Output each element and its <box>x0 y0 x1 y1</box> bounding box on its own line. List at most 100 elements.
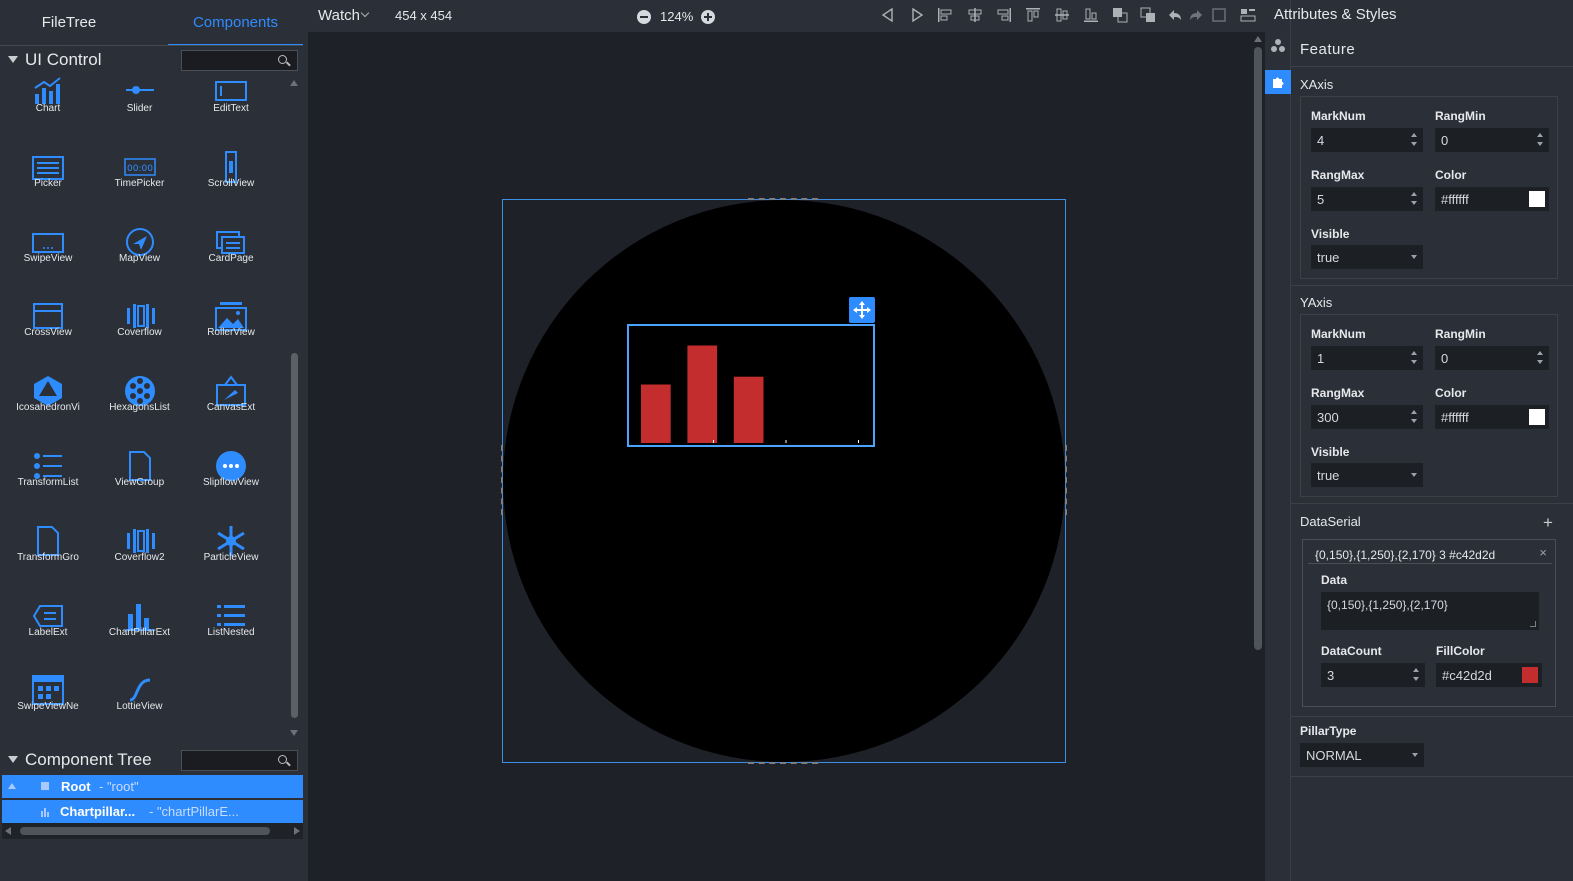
yaxis-marknum-input[interactable]: 1 <box>1311 346 1423 370</box>
component-lottieview[interactable]: LottieView <box>94 674 186 736</box>
add-dataserial-button[interactable]: + <box>1543 513 1553 533</box>
spinner-icon[interactable] <box>1411 191 1419 207</box>
tree-row-chartpillar[interactable]: Chartpillar... - "chartPillarE... <box>2 800 303 823</box>
scroll-down-icon[interactable] <box>290 730 298 736</box>
xaxis-rangmin-input[interactable]: 0 <box>1435 128 1549 152</box>
redo-icon[interactable] <box>1188 7 1204 23</box>
spinner-icon[interactable] <box>1411 350 1419 366</box>
prev-icon[interactable] <box>880 7 896 23</box>
scroll-thumb[interactable] <box>20 827 270 835</box>
spinner-icon[interactable] <box>1537 350 1545 366</box>
chevron-down-icon[interactable] <box>360 8 370 18</box>
component-coverflow[interactable]: Coverflow <box>94 300 186 370</box>
component-swipeview[interactable]: SwipeView <box>2 226 94 296</box>
xaxis-rangmax-input[interactable]: 5 <box>1311 187 1423 211</box>
align-left-icon[interactable] <box>937 7 953 23</box>
chevron-down-icon[interactable] <box>1412 753 1418 757</box>
component-picker[interactable]: Picker <box>2 151 94 221</box>
color-swatch[interactable] <box>1529 191 1545 207</box>
resize-grip-icon[interactable] <box>1530 621 1536 627</box>
component-chart[interactable]: Chart <box>2 76 94 146</box>
watch-screen-frame[interactable] <box>501 198 1067 764</box>
spinner-icon[interactable] <box>1413 667 1421 683</box>
tab-filetree[interactable]: FileTree <box>0 0 138 46</box>
component-labelext[interactable]: LabelExt <box>2 600 94 670</box>
expand-icon[interactable] <box>8 783 16 789</box>
ui-control-header[interactable]: UI Control <box>0 47 303 73</box>
yaxis-visible-select[interactable]: true <box>1311 463 1423 487</box>
component-scrollview[interactable]: ScrollView <box>185 150 277 221</box>
select-box-icon[interactable] <box>1211 7 1227 23</box>
xaxis-color-input[interactable]: #ffffff <box>1435 187 1549 211</box>
layout-icon[interactable] <box>1240 7 1256 23</box>
scroll-thumb[interactable] <box>1254 47 1262 650</box>
component-tree-search-input[interactable] <box>181 750 298 771</box>
component-swipeviewne[interactable]: SwipeViewNe <box>2 674 94 736</box>
yaxis-rangmin-input[interactable]: 0 <box>1435 346 1549 370</box>
component-chartpillarext[interactable]: ChartPillarExt <box>94 600 186 670</box>
yaxis-rangmax-input[interactable]: 300 <box>1311 405 1423 429</box>
component-listnested[interactable]: ListNested <box>185 600 277 670</box>
yaxis-color-input[interactable]: #ffffff <box>1435 405 1549 429</box>
chevron-down-icon[interactable] <box>1411 473 1417 477</box>
xaxis-marknum-input[interactable]: 4 <box>1311 128 1423 152</box>
ui-control-search-input[interactable] <box>181 50 298 71</box>
device-selector[interactable]: Watch <box>318 7 360 24</box>
align-top-icon[interactable] <box>1025 7 1041 23</box>
component-grid-scrollbar[interactable] <box>289 78 300 738</box>
resize-handle-bottom[interactable] <box>748 761 818 764</box>
close-icon[interactable]: × <box>1539 545 1547 560</box>
scroll-thumb[interactable] <box>291 353 298 718</box>
tree-row-root[interactable]: Root - "root" <box>2 775 303 798</box>
spinner-icon[interactable] <box>1411 409 1419 425</box>
component-hexagonslist[interactable]: HexagonsList <box>94 375 186 445</box>
move-handle[interactable] <box>849 297 875 323</box>
resize-handle-left[interactable] <box>501 445 504 515</box>
align-vcenter-icon[interactable] <box>1054 7 1070 23</box>
feature-tab[interactable] <box>1265 70 1291 94</box>
component-icosahedronvi[interactable]: IcosahedronVi <box>2 375 94 445</box>
send-back-icon[interactable] <box>1140 7 1156 23</box>
color-swatch[interactable] <box>1529 409 1545 425</box>
canvas-scrollbar[interactable] <box>1253 34 1263 652</box>
datacount-input[interactable]: 3 <box>1321 663 1425 687</box>
resize-handle-top[interactable] <box>748 198 818 201</box>
scroll-right-icon[interactable] <box>294 827 300 835</box>
tab-components[interactable]: Components <box>168 0 303 46</box>
resize-handle-right[interactable] <box>1064 445 1067 515</box>
component-canvasext[interactable]: CanvasExt <box>185 375 277 445</box>
dataserial-summary[interactable]: {0,150},{1,250},{2,170} 3 #c42d2d <box>1315 548 1495 562</box>
collapse-triangle-icon[interactable] <box>8 56 18 63</box>
tree-horizontal-scrollbar[interactable] <box>2 823 303 839</box>
component-viewgroup[interactable]: ViewGroup <box>94 450 186 520</box>
data-textarea[interactable]: {0,150},{1,250},{2,170} <box>1321 592 1539 630</box>
component-transformlist[interactable]: TransformList <box>2 450 94 520</box>
component-particleview[interactable]: ParticleView <box>185 525 277 595</box>
chevron-down-icon[interactable] <box>1411 255 1417 259</box>
spinner-icon[interactable] <box>1411 132 1419 148</box>
scroll-up-icon[interactable] <box>1254 36 1262 42</box>
design-canvas[interactable] <box>308 32 1265 881</box>
pillartype-select[interactable]: NORMAL <box>1300 743 1424 767</box>
component-mapview[interactable]: MapView <box>94 226 186 296</box>
fillcolor-input[interactable]: #c42d2d <box>1436 663 1542 687</box>
component-slipflowview[interactable]: SlipflowView <box>185 450 277 520</box>
component-tree-header[interactable]: Component Tree <box>0 747 303 773</box>
component-edittext[interactable]: EditText <box>185 76 277 146</box>
collapse-triangle-icon[interactable] <box>8 756 18 763</box>
scroll-up-icon[interactable] <box>290 80 298 86</box>
bring-front-icon[interactable] <box>1112 7 1128 23</box>
component-rollerview[interactable]: RollerView <box>185 300 277 370</box>
spinner-icon[interactable] <box>1537 132 1545 148</box>
components-icon[interactable] <box>1270 38 1286 54</box>
chart-pillar-component[interactable] <box>627 324 875 447</box>
color-swatch[interactable] <box>1522 667 1538 683</box>
undo-icon[interactable] <box>1167 7 1183 23</box>
component-transformgro[interactable]: TransformGro <box>2 525 94 595</box>
zoom-out-button[interactable] <box>637 10 651 24</box>
scroll-left-icon[interactable] <box>5 827 11 835</box>
component-cardpage[interactable]: CardPage <box>185 226 277 296</box>
play-icon[interactable] <box>909 7 925 23</box>
component-slider[interactable]: Slider <box>94 76 186 146</box>
xaxis-visible-select[interactable]: true <box>1311 245 1423 269</box>
